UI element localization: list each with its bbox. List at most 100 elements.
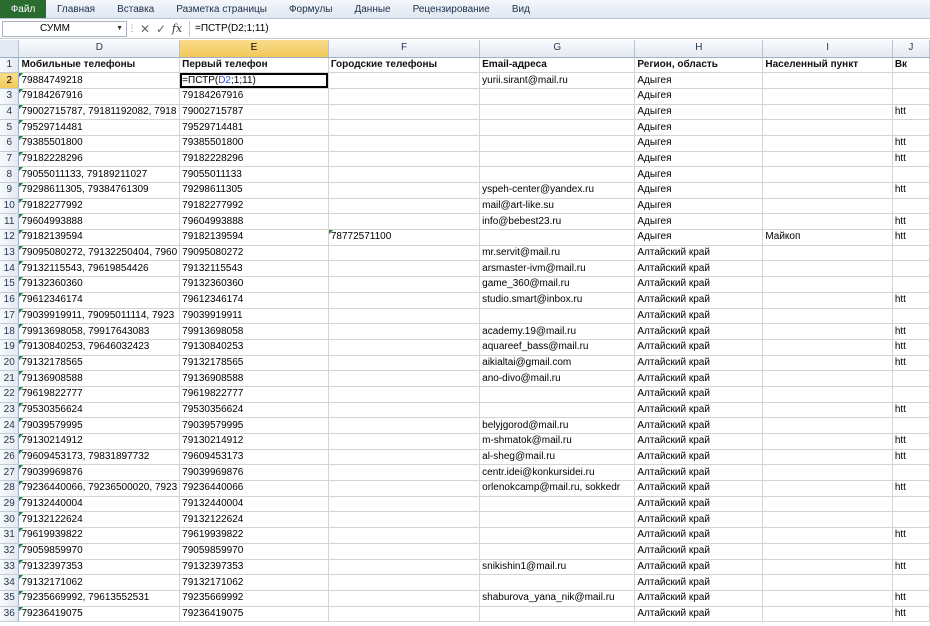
row-header[interactable]: 17 [0,308,20,325]
row-header[interactable]: 3 [0,88,20,105]
cell[interactable] [328,245,481,262]
cell[interactable]: Адыгея [634,119,764,136]
cell[interactable]: 79236440066, 79236500020, 7923 [18,480,181,497]
cell[interactable]: 79619822777 [179,386,329,403]
tab-view[interactable]: Вид [501,0,541,18]
cell[interactable]: htt [892,229,930,246]
cell[interactable]: aquareef_bass@mail.ru [479,339,636,356]
cell[interactable] [762,496,893,513]
cell[interactable]: 79130840253, 79646032423 [18,339,181,356]
cell[interactable]: 79529714481 [18,119,181,136]
cell[interactable] [328,182,481,199]
cell[interactable] [892,496,930,513]
cell[interactable] [892,543,930,560]
cell[interactable]: Первый телефон [179,57,329,74]
cell[interactable]: snikishin1@mail.ru [479,559,636,576]
row-header[interactable]: 36 [0,606,20,623]
row-header[interactable]: 7 [0,151,20,168]
row-header[interactable]: 35 [0,590,20,607]
cell[interactable] [328,559,481,576]
cell[interactable]: 79619939822 [18,527,181,544]
cell[interactable]: 79182139594 [179,229,329,246]
cell[interactable]: 79132440004 [18,496,181,513]
cell[interactable]: 79913698058 [179,323,329,340]
cell[interactable]: 79235669992 [179,590,329,607]
cell[interactable]: htt [892,182,930,199]
cell[interactable] [892,276,930,293]
row-header[interactable]: 24 [0,417,20,434]
cell[interactable]: Алтайский край [634,559,764,576]
cell[interactable]: Адыгея [634,213,764,231]
cell[interactable] [328,151,481,168]
cell[interactable] [328,606,481,623]
cell[interactable]: belyjgorod@mail.ru [479,417,636,434]
cell[interactable]: 79039919911 [179,308,329,325]
cell[interactable] [328,449,481,466]
cell[interactable] [762,480,893,497]
cell[interactable]: 79385501800 [18,135,181,152]
cell[interactable]: Алтайский край [634,245,764,262]
cell[interactable]: Городские телефоны [328,57,481,74]
cell[interactable]: 79530356624 [179,402,329,419]
cell[interactable]: 79059859970 [179,543,329,560]
cell[interactable]: 79236419075 [179,606,329,623]
cell[interactable]: 79298611305, 79384761309 [18,182,181,199]
row-header[interactable]: 1 [0,57,20,74]
cell[interactable] [762,182,893,199]
cell[interactable] [479,308,636,325]
select-all-corner[interactable] [0,40,20,58]
cell[interactable]: arsmaster-ivm@mail.ru [479,260,636,278]
cell[interactable]: htt [892,402,930,419]
cell[interactable]: 79132397353 [179,559,329,576]
cell[interactable] [328,135,481,152]
cell[interactable]: aikialtai@gmail.com [479,355,636,372]
cell[interactable]: 79132178565 [179,355,329,372]
cell[interactable]: shaburova_yana_nik@mail.ru [479,590,636,607]
cell[interactable] [762,198,893,215]
cell[interactable] [762,355,893,372]
cell[interactable]: Вк [892,57,930,74]
row-header[interactable]: 6 [0,135,20,152]
cell[interactable]: Регион, область [634,57,764,74]
cell[interactable] [762,527,893,544]
cell[interactable]: Алтайский край [634,527,764,544]
cell[interactable]: orlenokcamp@mail.ru, sokkedr [479,480,636,497]
cell[interactable]: 79235669992, 79613552531 [18,590,181,607]
cell[interactable]: Алтайский край [634,260,764,278]
cell[interactable]: 79055011133, 79189211027 [18,166,181,183]
cell[interactable]: Алтайский край [634,433,764,450]
cell[interactable]: Алтайский край [634,355,764,372]
cell[interactable] [762,559,893,576]
row-header[interactable]: 30 [0,511,20,529]
column-header-d[interactable]: D [18,40,181,58]
cell[interactable] [328,339,481,356]
cell[interactable]: Адыгея [634,182,764,199]
cell[interactable]: 79184267916 [179,88,329,105]
row-header[interactable]: 18 [0,323,20,340]
cell[interactable] [328,511,481,529]
cell[interactable]: 79132440004 [179,496,329,513]
name-box[interactable]: СУММ ▼ [2,20,127,37]
cell[interactable]: htt [892,355,930,372]
cell[interactable]: 79132360360 [179,276,329,293]
cell[interactable]: Алтайский край [634,386,764,403]
cell[interactable]: Алтайский край [634,496,764,513]
cell[interactable] [328,402,481,419]
cell[interactable] [479,527,636,544]
cell[interactable] [762,543,893,560]
cell[interactable]: 79604993888 [18,213,181,231]
cell[interactable]: 79059859970 [18,543,181,560]
cell[interactable] [328,119,481,136]
cell[interactable]: Email-адреса [479,57,636,74]
row-header[interactable]: 20 [0,355,20,372]
cell[interactable] [328,260,481,278]
row-header[interactable]: 11 [0,213,20,231]
cell[interactable] [328,198,481,215]
cell[interactable] [479,88,636,105]
column-header-g[interactable]: G [479,40,636,58]
cell[interactable]: al-sheg@mail.ru [479,449,636,466]
cell[interactable]: mr.servit@mail.ru [479,245,636,262]
row-header[interactable]: 2 [0,72,20,89]
cell[interactable] [762,245,893,262]
cell[interactable]: 79039919911, 79095011114, 7923 [18,308,181,325]
